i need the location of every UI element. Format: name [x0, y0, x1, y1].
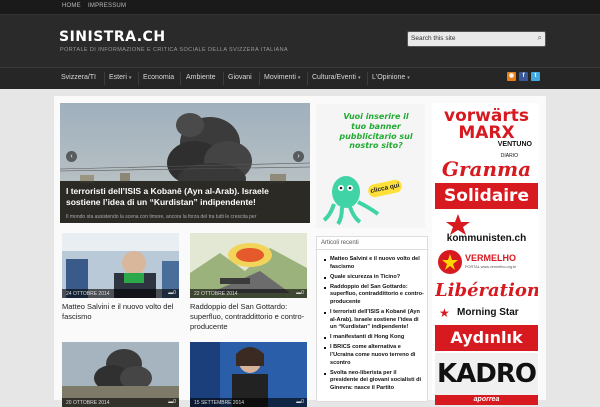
- nav-divider: [307, 72, 308, 85]
- site-header: SINISTRA.CH PORTALE DI INFORMAZIONE E CR…: [0, 15, 600, 67]
- post-thumbnail[interactable]: 15 SETTEMBRE 2014 ▬0: [190, 342, 307, 407]
- widget-title: Articoli recenti: [321, 240, 359, 246]
- granma-logo: Granma: [441, 157, 532, 181]
- post-thumbnail[interactable]: 20 OTTOBRE 2014 ▬0: [62, 342, 179, 407]
- slider-caption: I terroristi dell’ISIS a Kobanê (Ayn al-…: [60, 181, 310, 223]
- aydinlik-logo: Aydınlık: [450, 328, 523, 347]
- post-meta-bar: 15 SETTEMBRE 2014 ▬0: [190, 398, 307, 407]
- facebook-icon[interactable]: f: [519, 72, 528, 81]
- vermelho-emblem-icon: [438, 250, 462, 274]
- nav-item-economia[interactable]: Economia: [143, 74, 174, 81]
- twitter-icon[interactable]: t: [531, 72, 540, 81]
- banner-liberation[interactable]: Libération: [435, 279, 538, 303]
- banner-aporrea[interactable]: aporrea: [435, 395, 538, 405]
- chevron-down-icon: ▾: [407, 75, 410, 81]
- recent-post-link[interactable]: Quale sicurezza in Ticino?: [324, 274, 424, 282]
- search-box: ⌕: [407, 31, 546, 47]
- post-thumbnail[interactable]: 22 OTTOBRE 2014 ▬0: [190, 233, 307, 298]
- nav-divider: [104, 72, 105, 85]
- slider-title[interactable]: I terroristi dell’ISIS a Kobanê (Ayn al-…: [66, 186, 302, 208]
- liberation-logo: Libération: [435, 280, 538, 301]
- kommunisten-logo: kommunisten.ch: [446, 233, 527, 244]
- recent-post-link[interactable]: Svolta neo-liberista per il presidente d…: [324, 370, 424, 393]
- partner-banners: vorwärts MARX VENTUNO DIARIO Granma Soli…: [432, 103, 539, 405]
- recent-post-link[interactable]: Matteo Salvini e il nuovo volto del fasc…: [324, 256, 424, 271]
- vermelho-logo: VERMELHO: [465, 253, 517, 263]
- top-link-impressum[interactable]: IMPRESSUM: [88, 3, 126, 9]
- nav-item-svizzera[interactable]: Svizzera/TI: [61, 74, 96, 81]
- post-date: 20 OTTOBRE 2014: [66, 400, 110, 406]
- recent-posts-widget: Articoli recenti Matteo Salvini e il nuo…: [316, 236, 428, 402]
- nav-item-esteri[interactable]: Esteri ▾: [109, 74, 131, 81]
- banner-kadro[interactable]: KADRO: [435, 353, 538, 395]
- aporrea-logo: aporrea: [473, 396, 500, 403]
- recent-post-link[interactable]: I BRICS come alternativa e l’Ucraina com…: [324, 344, 424, 367]
- octopus-mascot-icon: [322, 176, 380, 226]
- chevron-down-icon: ▾: [297, 75, 301, 81]
- banner-vorwarts-marx[interactable]: vorwärts MARX VENTUNO: [435, 107, 538, 151]
- rss-icon[interactable]: ◉: [507, 72, 516, 81]
- widget-divider: [317, 249, 427, 250]
- site-tagline: PORTALE DI INFORMAZIONE E CRITICA SOCIAL…: [60, 47, 289, 53]
- post-meta-bar: 20 OTTOBRE 2014 ▬0: [62, 398, 179, 407]
- star-icon: [446, 214, 470, 235]
- top-bar: HOME IMPRESSUM: [0, 0, 600, 15]
- nav-divider: [223, 72, 224, 85]
- post-title[interactable]: Raddoppio del San Gottardo: superfluo, c…: [190, 302, 307, 332]
- vermelho-subtitle: PORTAL www.vermelho.org.br: [465, 265, 517, 269]
- nav-item-opinione[interactable]: L'Opinione ▾: [372, 74, 410, 81]
- nav-divider: [138, 72, 139, 85]
- banner-vermelho[interactable]: VERMELHO PORTAL www.vermelho.org.br: [435, 247, 538, 277]
- comment-count: ▬0: [296, 290, 304, 296]
- chevron-down-icon: ▾: [357, 75, 361, 81]
- nav-item-giovani[interactable]: Giovani: [228, 74, 252, 81]
- morningstar-logo: Morning Star: [457, 307, 519, 318]
- chevron-down-icon: ▾: [128, 75, 132, 81]
- ad-banner[interactable]: Vuoi inserire il tuo banner pubblicitari…: [316, 104, 425, 228]
- marx-logo: MARX: [458, 123, 515, 143]
- kadro-logo: KADRO: [437, 359, 537, 389]
- nav-divider: [259, 72, 260, 85]
- nav-item-cultura[interactable]: Cultura/Eventi ▾: [312, 74, 360, 81]
- featured-slider[interactable]: ‹ › I terroristi dell’ISIS a Kobanê (Ayn…: [60, 103, 310, 223]
- site-logo[interactable]: SINISTRA.CH: [59, 29, 166, 45]
- post-date: 22 OTTOBRE 2014: [194, 291, 238, 297]
- nav-divider: [367, 72, 368, 85]
- nav-item-movimenti[interactable]: Movimenti ▾: [264, 74, 300, 81]
- slider-excerpt: Il mondo sta assistendo la scena con tim…: [66, 214, 257, 220]
- recent-post-link[interactable]: I manifestanti di Hong Kong: [324, 334, 424, 342]
- banner-solidaire[interactable]: Solidaire: [435, 183, 538, 209]
- star-icon: ★: [439, 306, 450, 320]
- nav-divider: [180, 72, 181, 85]
- post-date: 24 OTTOBRE 2014: [66, 291, 110, 297]
- banner-kommunisten[interactable]: kommunisten.ch: [435, 213, 538, 245]
- banner-granma[interactable]: DIARIO Granma: [435, 153, 538, 181]
- nav-item-ambiente[interactable]: Ambiente: [186, 74, 216, 81]
- recent-posts-list: Matteo Salvini e il nuovo volto del fasc…: [317, 256, 424, 395]
- solidaire-logo: Solidaire: [444, 186, 529, 206]
- post-thumbnail[interactable]: 24 OTTOBRE 2014 ▬0: [62, 233, 179, 298]
- search-input[interactable]: [411, 33, 529, 44]
- recent-post-link[interactable]: Raddoppio del San Gottardo: superfluo, c…: [324, 284, 424, 307]
- slider-prev-button[interactable]: ‹: [66, 151, 77, 162]
- banner-morningstar[interactable]: ★ Morning Star: [435, 305, 538, 323]
- comment-count: ▬0: [168, 290, 176, 296]
- banner-aydinlik[interactable]: Aydınlık: [435, 325, 538, 351]
- recent-post-link[interactable]: I terroristi dell’ISIS a Kobanê (Ayn al-…: [324, 309, 424, 332]
- post-title[interactable]: Matteo Salvini e il nuovo volto del fasc…: [62, 302, 179, 322]
- post-meta-bar: 22 OTTOBRE 2014 ▬0: [190, 289, 307, 298]
- post-meta-bar: 24 OTTOBRE 2014 ▬0: [62, 289, 179, 298]
- search-icon[interactable]: ⌕: [538, 33, 542, 43]
- top-link-home[interactable]: HOME: [62, 3, 81, 9]
- slider-next-button[interactable]: ›: [293, 151, 304, 162]
- post-date: 15 SETTEMBRE 2014: [194, 400, 245, 406]
